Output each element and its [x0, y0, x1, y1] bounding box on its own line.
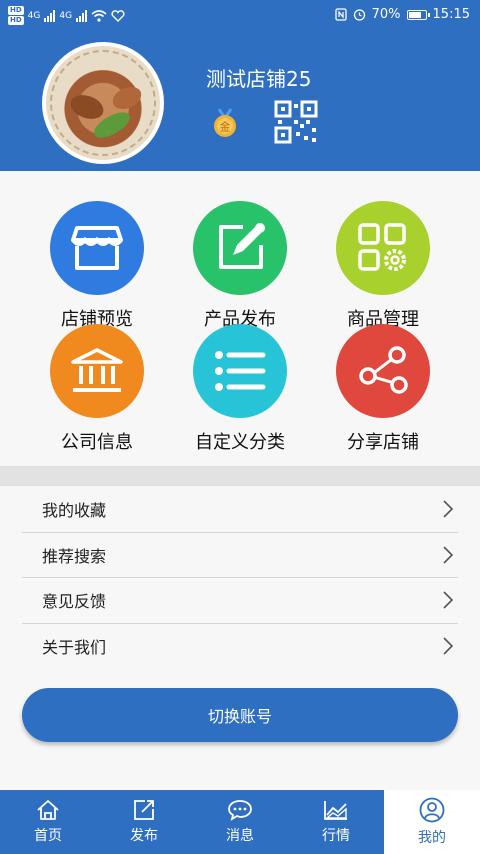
chevron-right-icon	[443, 637, 454, 655]
bank-icon	[50, 324, 144, 418]
message-icon	[228, 800, 252, 821]
clock: 15:15	[432, 7, 470, 22]
nav-messages[interactable]: 消息	[192, 790, 288, 854]
nav-label: 首页	[34, 828, 62, 844]
battery-percent: 70%	[371, 7, 401, 22]
network-type-1: 4G	[27, 11, 41, 21]
tile-label: 分享店铺	[347, 432, 419, 453]
switch-account-button[interactable]: 切换账号	[22, 688, 458, 742]
nav-label: 行情	[322, 828, 350, 844]
gold-medal-icon[interactable]: 金	[210, 108, 240, 138]
medal-text: 金	[220, 120, 231, 134]
nav-label: 发布	[130, 828, 158, 844]
edit-icon	[193, 201, 287, 295]
shop-avatar[interactable]	[42, 42, 164, 164]
nav-label: 我的	[418, 830, 446, 846]
chart-icon	[324, 801, 347, 820]
nav-label: 消息	[226, 828, 254, 844]
signal-icon	[44, 10, 56, 22]
menu-item-recommended-search[interactable]: 推荐搜索	[22, 533, 458, 578]
nfc-icon	[334, 8, 347, 21]
list-icon	[193, 324, 287, 418]
tile-company-info[interactable]: 公司信息	[27, 324, 167, 454]
section-divider	[0, 466, 480, 486]
tile-label: 自定义分类	[195, 432, 285, 453]
status-left: HD HD 4G 4G	[8, 6, 125, 26]
hd-badge-2: HD	[8, 16, 24, 25]
menu-item-about-us[interactable]: 关于我们	[22, 624, 458, 670]
heart-rate-icon	[111, 10, 125, 22]
user-icon	[419, 797, 445, 823]
hd-badge-1: HD	[8, 6, 24, 15]
tile-goods-management[interactable]: 商品管理	[313, 201, 453, 331]
store-icon	[50, 201, 144, 295]
chevron-right-icon	[443, 500, 454, 518]
profile-header: 测试店铺25 金	[0, 30, 480, 171]
tile-custom-category[interactable]: 自定义分类	[170, 324, 310, 454]
share-icon	[336, 324, 430, 418]
menu-item-label: 推荐搜索	[42, 546, 107, 566]
hd-indicator: HD HD	[8, 6, 24, 26]
settings-list: 我的收藏 推荐搜索 意见反馈 关于我们	[22, 487, 458, 669]
bottom-nav: 首页 发布 消息 行情 我的	[0, 790, 480, 854]
alarm-icon	[353, 9, 365, 21]
menu-item-label: 我的收藏	[42, 501, 107, 521]
menu-item-label: 关于我们	[42, 638, 107, 658]
signal-icon-2	[76, 10, 88, 22]
publish-icon	[134, 800, 154, 820]
home-icon	[37, 800, 59, 820]
tile-share-shop[interactable]: 分享店铺	[313, 324, 453, 454]
network-type-2: 4G	[59, 11, 73, 21]
menu-item-feedback[interactable]: 意见反馈	[22, 578, 458, 624]
feature-grid: 店铺预览 产品发布 商品管理 公司信息 自定义分类 分享店铺	[0, 171, 480, 466]
tile-publish-product[interactable]: 产品发布	[170, 201, 310, 331]
menu-item-label: 意见反馈	[42, 592, 107, 612]
tile-shop-preview[interactable]: 店铺预览	[27, 201, 167, 331]
nav-home[interactable]: 首页	[0, 790, 96, 854]
nav-market[interactable]: 行情	[288, 790, 384, 854]
status-bar: HD HD 4G 4G 70% 15:15	[0, 0, 480, 30]
wifi-icon	[91, 10, 107, 22]
nav-publish[interactable]: 发布	[96, 790, 192, 854]
tile-label: 公司信息	[61, 432, 133, 453]
battery-icon	[406, 9, 430, 20]
chevron-right-icon	[443, 591, 454, 609]
qr-code-icon[interactable]	[274, 100, 318, 144]
chevron-right-icon	[443, 546, 454, 564]
shop-name: 测试店铺25	[206, 67, 312, 91]
nav-mine[interactable]: 我的	[384, 790, 480, 854]
menu-item-favorites[interactable]: 我的收藏	[22, 487, 458, 533]
apps-settings-icon	[336, 201, 430, 295]
status-right: 70% 15:15	[334, 7, 470, 22]
